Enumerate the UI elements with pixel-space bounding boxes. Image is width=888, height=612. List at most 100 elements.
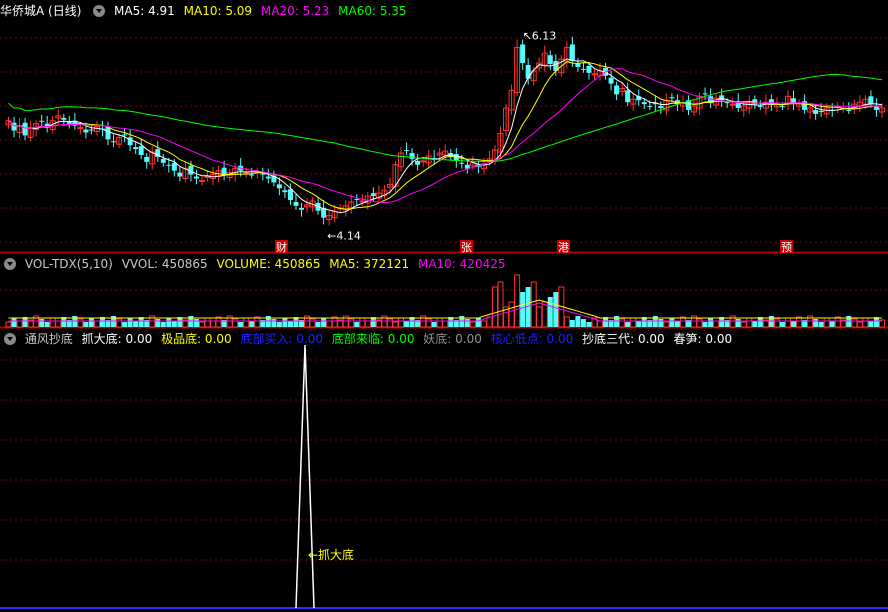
- volume-bar: [49, 317, 56, 328]
- candle-body-down: [547, 55, 553, 65]
- candle-body-down: [354, 199, 360, 201]
- volume-bar: [658, 319, 664, 327]
- ind-legend-4: 底部来临: 0.00: [331, 332, 415, 346]
- volume-bar: [193, 319, 199, 327]
- candle-body-down: [39, 120, 45, 122]
- volume-bar: [5, 321, 12, 328]
- volume-bar: [480, 320, 487, 328]
- candle-body-down: [813, 110, 819, 114]
- volume-bar: [210, 320, 217, 328]
- ma20-line: [8, 68, 883, 204]
- candle-body-down: [276, 184, 282, 189]
- volume-bar: [497, 281, 504, 328]
- vol-ma10-legend: MA10: 420425: [417, 257, 506, 271]
- volume-bar: [597, 320, 604, 328]
- candle-body-down: [265, 176, 271, 179]
- candle-body-up: [359, 200, 366, 203]
- volume-bar: [326, 320, 333, 328]
- candle-body-up: [420, 160, 427, 163]
- dropdown-icon[interactable]: [4, 258, 16, 270]
- volume-bar: [541, 301, 548, 328]
- volume-bar: [243, 317, 250, 328]
- volume-bar: [122, 322, 128, 327]
- candle-body-down: [370, 193, 376, 197]
- volume-bar: [442, 320, 449, 328]
- volume-bar: [708, 318, 714, 327]
- candle-body-down: [166, 164, 172, 166]
- indicator-panel-header: 通风抄底 抓大底: 0.00 极品底: 0.00 底部买入: 0.00 底部来临…: [0, 331, 737, 347]
- candle-body-down: [658, 106, 664, 109]
- volume-panel-header: VOL-TDX(5,10) VVOL: 450865 VOLUME: 45086…: [0, 256, 510, 272]
- dropdown-icon[interactable]: [4, 333, 16, 345]
- volume-bar: [669, 318, 675, 327]
- low-price-label: ←4.14: [327, 229, 361, 242]
- volume-bar: [127, 318, 133, 327]
- volume-bar: [773, 318, 780, 328]
- candle-body-down: [569, 44, 575, 62]
- candle-body-down: [105, 126, 111, 140]
- volume-bar: [249, 321, 255, 327]
- volume-bar: [569, 320, 575, 327]
- candle-body-down: [111, 141, 117, 143]
- candle-body-down: [122, 134, 128, 136]
- candle-body-down: [608, 77, 614, 84]
- volume-bar: [287, 321, 293, 327]
- volume-bar: [636, 321, 642, 327]
- volume-bar: [829, 321, 835, 327]
- volume-bar: [436, 317, 443, 328]
- vvol-legend: VVOL: 450865: [121, 257, 208, 271]
- candle-body-down: [144, 156, 150, 162]
- candle-body-up: [198, 179, 205, 182]
- volume-bar: [735, 319, 741, 327]
- volume-bar: [752, 321, 758, 327]
- candle-body-down: [409, 153, 415, 159]
- candle-body-down: [249, 174, 255, 176]
- ind-legend-2: 极品底: 0.00: [161, 332, 232, 346]
- volume-bar: [133, 321, 139, 327]
- bottom-signal-spike: [295, 344, 315, 609]
- candle-body-down: [193, 176, 199, 179]
- volume-bar: [575, 316, 581, 327]
- candle-body-down: [868, 96, 874, 105]
- volume-bar: [276, 322, 282, 327]
- candle-body-down: [580, 68, 586, 70]
- volume-bar: [536, 306, 543, 328]
- volume-bar: [674, 321, 680, 327]
- volume-bar: [740, 321, 747, 328]
- dropdown-icon[interactable]: [93, 5, 106, 17]
- event-mark-label: 预: [781, 241, 792, 254]
- volume-bar: [746, 317, 753, 328]
- volume-bar: [784, 317, 791, 328]
- candlestick-chart: ↖6.13 ←4.14 财 张 港 预 ←抓大底: [0, 30, 888, 609]
- ma10-line: [8, 61, 882, 210]
- indicator-title: 通风抄底: [24, 332, 73, 346]
- ind-legend-1: 抓大底: 0.00: [81, 332, 153, 346]
- candle-body-down: [61, 117, 67, 120]
- volume-bar: [713, 320, 720, 328]
- candle-body-down: [160, 158, 166, 163]
- ma60-legend: MA60: 5.35: [338, 4, 407, 18]
- candle-body-down: [525, 65, 531, 79]
- ma5-legend: MA5: 4.91: [114, 4, 175, 18]
- candle-body-down: [22, 122, 28, 136]
- candle-body-down: [818, 110, 824, 112]
- volume-bar: [702, 322, 708, 327]
- volume-bar: [868, 321, 874, 327]
- volume-bar: [514, 274, 521, 328]
- volume-bar: [44, 322, 50, 327]
- volume-bar: [238, 322, 244, 327]
- volume-bar: [856, 321, 863, 328]
- candle-body-down: [614, 85, 620, 95]
- candle-body-down: [404, 150, 410, 152]
- candle-body-up: [591, 73, 598, 76]
- volume-bar: [630, 317, 637, 328]
- event-mark-label: 港: [558, 241, 569, 254]
- volume-bar: [232, 318, 239, 328]
- volume-bar: [116, 318, 123, 328]
- candle-body-down: [83, 129, 89, 133]
- ind-legend-7: 抄底三代: 0.00: [582, 332, 665, 346]
- volume-bar: [398, 317, 405, 328]
- volume-bar: [321, 318, 327, 327]
- candle-body-down: [282, 190, 288, 193]
- volume-bar: [160, 322, 166, 327]
